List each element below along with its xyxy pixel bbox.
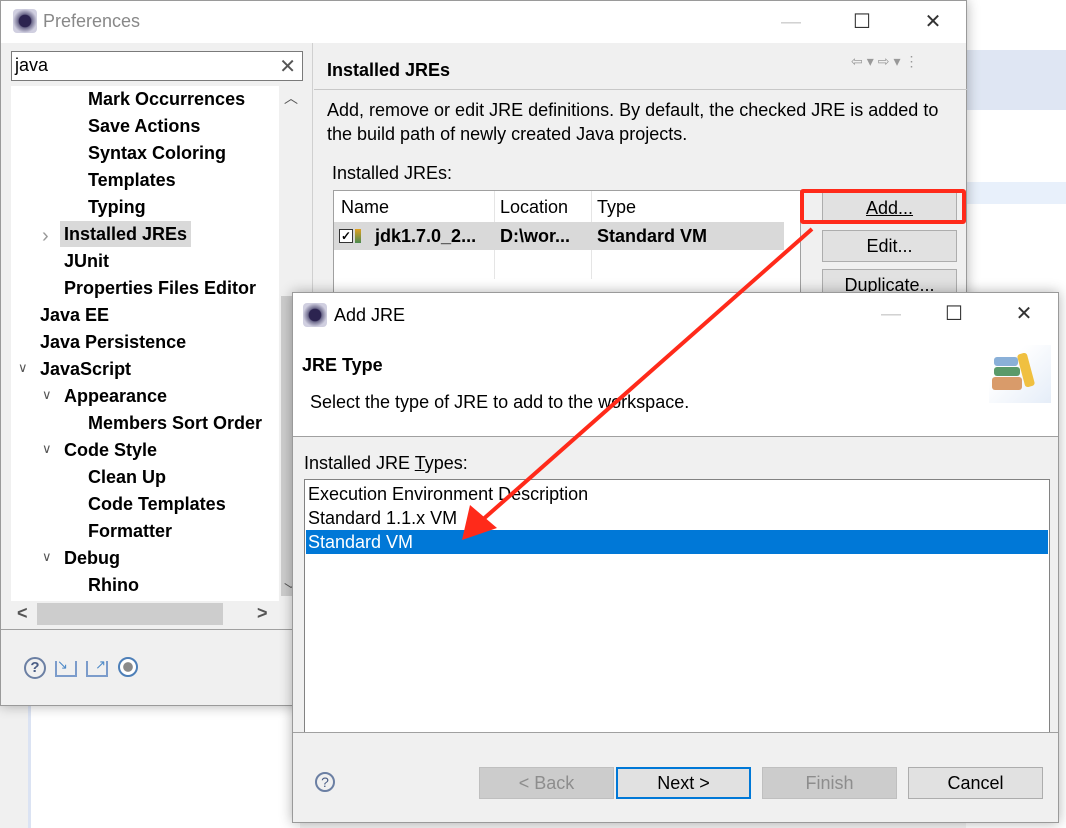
annotation-arrow: [462, 227, 814, 540]
